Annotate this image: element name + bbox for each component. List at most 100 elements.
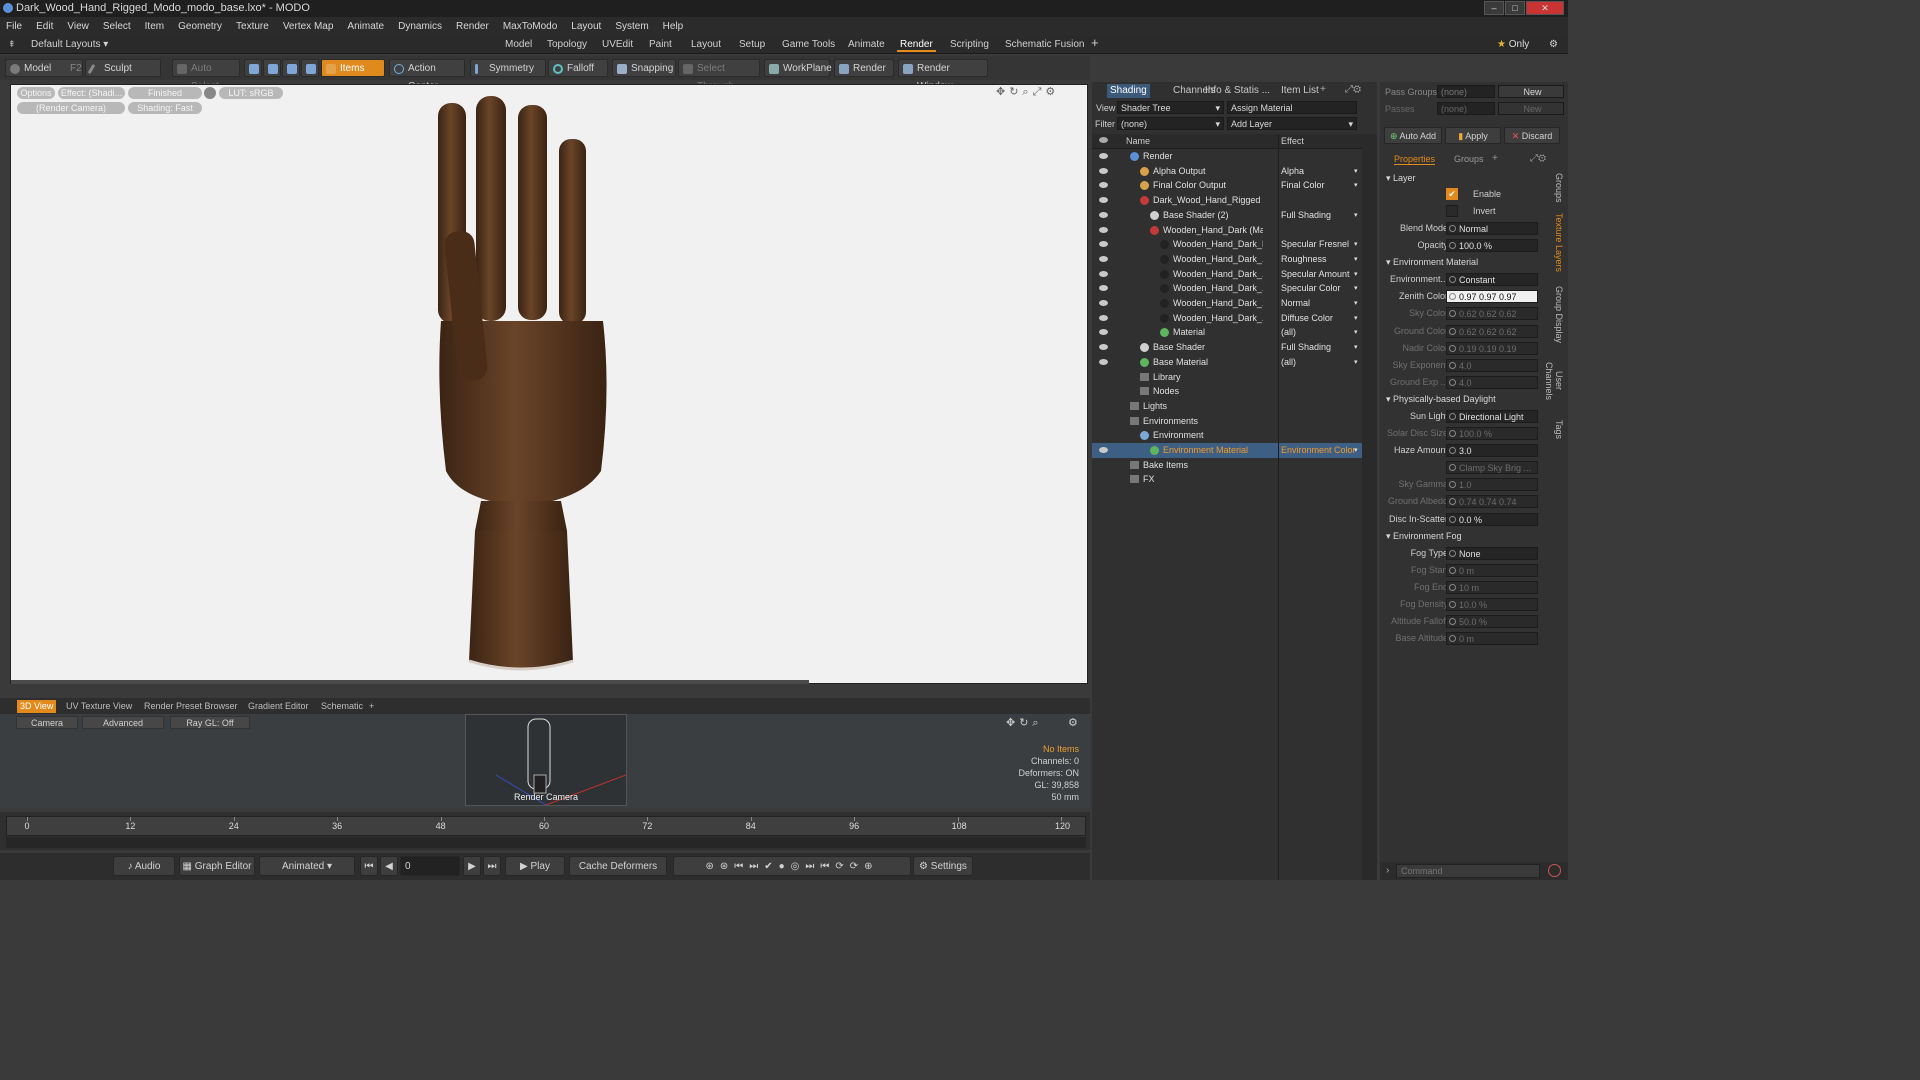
bottom-tab-uv-texture-view[interactable]: UV Texture View [63,700,135,713]
cache-deformers-button[interactable]: Cache Deformers [569,856,667,876]
layout-tab-schematic-fusion[interactable]: Schematic Fusion [1002,38,1087,52]
shader-tree-row[interactable]: Library [1092,370,1362,385]
maximize-button[interactable]: □ [1505,1,1525,15]
effect-dropdown-arrow[interactable]: ▾ [1354,281,1358,296]
bottom-tab-schematic[interactable]: Schematic [318,700,366,713]
animate-pin-icon[interactable] [1449,293,1456,301]
animate-pin-icon[interactable] [1449,412,1456,420]
add-layout-icon[interactable]: + [1088,36,1102,50]
property-value-field[interactable]: 0 m [1446,563,1538,577]
auto-select-button[interactable]: Auto Select [172,59,240,92]
visibility-eye-icon[interactable] [1099,300,1108,306]
layout-tab-model[interactable]: Model [502,38,535,52]
shader-tree-row[interactable]: Dark_Wood_Hand_Rigged [1092,193,1362,208]
view-dropdown[interactable]: Shader Tree ▾ [1117,101,1224,114]
render-button[interactable]: Render [834,59,894,77]
render-window-button[interactable]: Render Window [898,59,988,92]
property-value-field[interactable]: Normal [1446,222,1538,235]
action-center-button[interactable]: Action Center [389,59,465,92]
materials-select-icon[interactable] [301,59,319,77]
menu-file[interactable]: File [6,21,22,32]
shader-item-effect[interactable]: Alpha [1281,164,1304,179]
vertices-select-icon[interactable] [244,59,262,77]
visibility-eye-icon[interactable] [1099,447,1108,453]
property-value-field[interactable]: 10 m [1446,580,1538,594]
animate-pin-icon[interactable] [1449,481,1456,489]
visibility-eye-icon[interactable] [1099,241,1108,248]
effect-dropdown-arrow[interactable]: ▾ [1354,296,1358,311]
property-value-field[interactable]: 0.0 % [1446,512,1538,526]
key-tools-group[interactable]: ⊛⊛⏮⏭✔●◎⏭⏮⟳⟳⊕ [673,856,911,876]
menu-maxtomodo[interactable]: MaxToModo [503,21,557,32]
tree-scrollbar[interactable] [1362,134,1377,880]
layer-section[interactable]: ▾ Layer [1386,172,1416,185]
section-header[interactable]: ▾ Environment Material [1386,256,1478,269]
animate-pin-icon[interactable] [1449,361,1456,369]
options-button[interactable]: Options [17,87,55,99]
close-button[interactable]: ✕ [1526,1,1564,15]
shader-tree-row[interactable]: Environment Material Environment Color ▾ [1092,443,1362,458]
layout-tab-animate[interactable]: Animate [845,38,888,52]
apply-button[interactable]: ▮ Apply [1445,127,1501,144]
shader-item-effect[interactable]: Normal [1281,296,1310,311]
select-through-button[interactable]: Select Through [678,59,760,92]
layout-tab-paint[interactable]: Paint [646,38,675,52]
shader-tree-row[interactable]: FX [1092,472,1362,487]
shader-tree-row[interactable]: Environments [1092,414,1362,429]
new-pass-button[interactable]: New [1498,85,1564,98]
snapshot-icon[interactable] [204,87,216,99]
lut-button[interactable]: LUT: sRGB [219,87,283,99]
animate-pin-icon[interactable] [1449,327,1456,335]
shading-tab-info-statis-[interactable]: Info & Statis ... [1202,84,1273,98]
shading-tab-shading[interactable]: Shading [1107,84,1150,98]
gear-icon[interactable]: ⚙ [1546,38,1561,52]
layout-tab-layout[interactable]: Layout [688,38,724,52]
layout-tab-setup[interactable]: Setup [736,38,768,52]
visibility-eye-icon[interactable] [1099,182,1108,189]
filter-dropdown[interactable]: (none) ▾ [1117,117,1224,130]
effect-dropdown-arrow[interactable]: ▾ [1354,252,1358,267]
bottom-tab-render-preset-browser[interactable]: Render Preset Browser [141,700,241,713]
panel-options-icon[interactable]: ⤢⚙ [1345,84,1361,95]
animate-pin-icon[interactable] [1449,378,1456,386]
menu-animate[interactable]: Animate [347,21,384,32]
default-layouts-dropdown[interactable]: Default Layouts ▾ [28,38,111,52]
falloff-button[interactable]: Falloff [548,59,608,77]
property-value-field[interactable]: 0 m [1446,632,1538,646]
property-value-field[interactable]: 0.97 0.97 0.97 [1446,290,1538,304]
play-button[interactable]: ▶ Play [505,856,565,876]
effect-column-header[interactable]: Effect [1281,134,1304,149]
animate-pin-icon[interactable] [1449,549,1456,557]
layout-tab-topology[interactable]: Topology [544,38,590,52]
visibility-eye-icon[interactable] [1099,153,1108,159]
menu-dynamics[interactable]: Dynamics [398,21,442,32]
animate-pin-icon[interactable] [1449,344,1456,352]
shader-tree-row[interactable]: Base Material (all) ▾ [1092,355,1362,370]
add-layer-dropdown[interactable]: Add Layer ▾ [1227,117,1357,130]
effect-dropdown-arrow[interactable]: ▾ [1354,237,1358,252]
visibility-eye-icon[interactable] [1099,285,1108,292]
workplane-button[interactable]: WorkPlane [764,59,832,77]
layout-up-icon[interactable]: ⇞ [8,39,16,50]
section-header[interactable]: ▾ Environment Fog [1386,530,1462,543]
shader-tree-row[interactable]: Wooden_Hand_Dark_... Normal ▾ [1092,296,1362,311]
timeline[interactable]: 012243648607284961081200120120 [0,812,1090,850]
properties-tab[interactable]: Properties [1394,154,1436,165]
effect-dropdown-arrow[interactable]: ▾ [1354,355,1358,370]
property-value-field[interactable]: Constant [1446,273,1538,287]
animate-pin-icon[interactable] [1449,276,1456,284]
shader-item-effect[interactable]: Full Shading [1281,208,1331,223]
shader-tree-row[interactable]: Base Shader Full Shading ▾ [1092,340,1362,355]
bottom-tab-3d-view[interactable]: 3D View [17,700,57,713]
shading-tab-item-list[interactable]: Item List [1278,84,1322,98]
visibility-eye-icon[interactable] [1099,358,1108,365]
layout-tab-uvedit[interactable]: UVEdit [599,38,636,52]
shader-tree-row[interactable]: Wooden_Hand_Dark_I... Specular Fresnel ▾ [1092,237,1362,252]
shader-tree-row[interactable]: Final Color Output Final Color ▾ [1092,178,1362,193]
shader-tree-row[interactable]: Wooden_Hand_Dark_... Roughness ▾ [1092,252,1362,267]
layout-tab-render[interactable]: Render [897,38,936,52]
items-mode-button[interactable]: Items [321,59,385,77]
shader-tree-row[interactable]: Lights [1092,399,1362,414]
name-column-header[interactable]: Name [1126,134,1150,149]
side-tab-texture-layers[interactable]: Texture Layers [1550,210,1564,276]
